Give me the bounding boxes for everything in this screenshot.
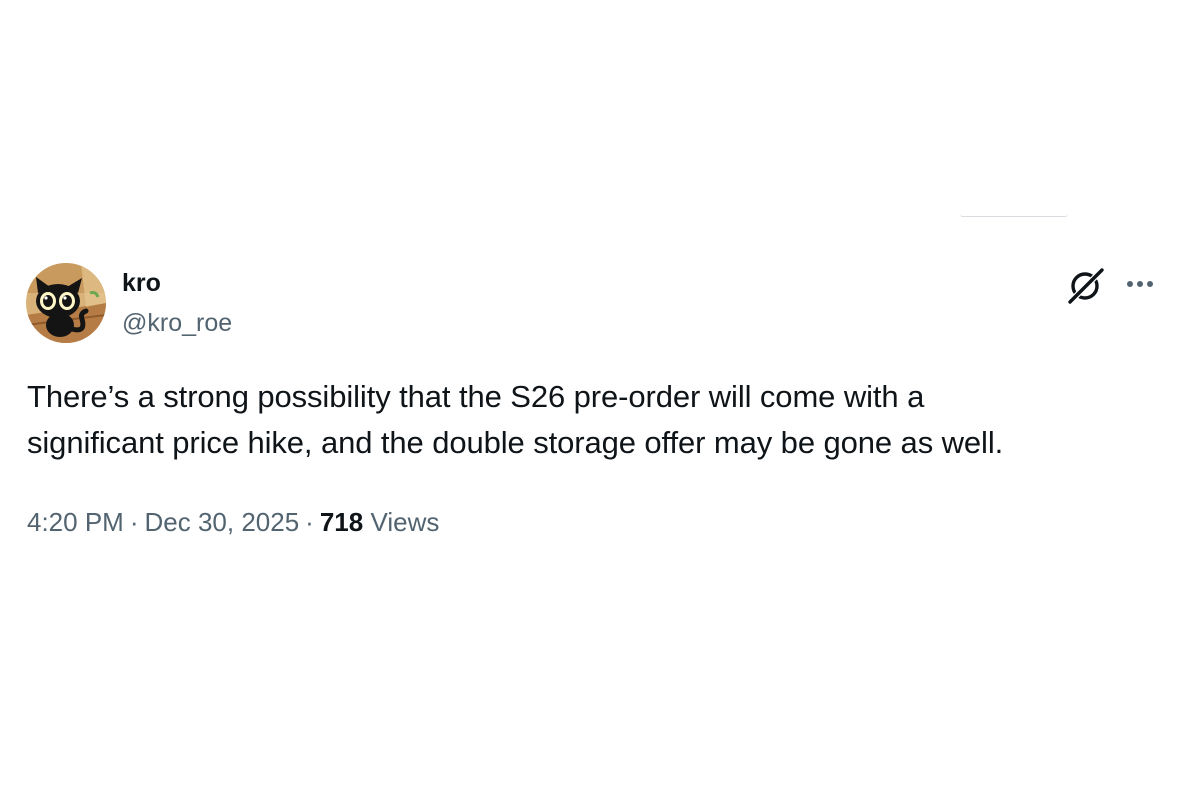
tweet-time[interactable]: 4:20 PM [27,507,124,537]
tweet: kro @kro_roe There’s a strong possibilit… [0,0,1182,788]
tweet-text-line: significant price hike, and the double s… [27,425,1004,460]
meta-separator: · [305,507,314,537]
tweet-meta: 4:20 PM · Dec 30, 2025 · 718 Views [27,505,439,539]
black-cat-avatar-icon [26,263,106,343]
views-label[interactable]: Views [370,507,439,537]
more-dots-icon [1127,281,1153,287]
more-button[interactable] [1122,272,1158,296]
tweet-text: There’s a strong possibility that the S2… [27,374,1157,466]
tweet-date[interactable]: Dec 30, 2025 [145,507,300,537]
avatar[interactable] [26,263,106,343]
author-handle[interactable]: @kro_roe [122,308,232,338]
meta-separator: · [129,507,139,537]
grok-button[interactable] [1064,266,1108,306]
author-display-name[interactable]: kro [122,268,161,298]
tweet-text-line: There’s a strong possibility that the S2… [27,379,925,414]
views-count[interactable]: 718 [320,507,363,537]
grok-icon [1067,267,1105,305]
